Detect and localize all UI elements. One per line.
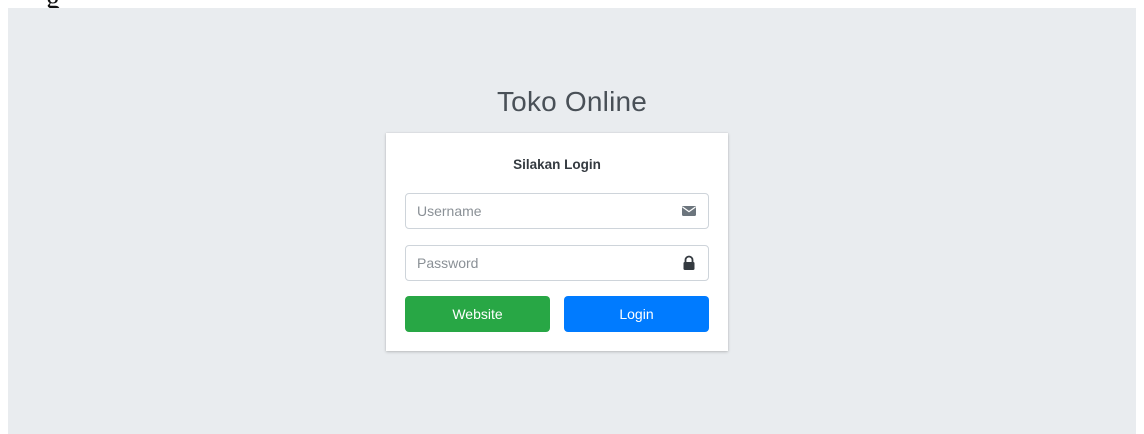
login-card: Silakan Login Website Login bbox=[386, 133, 728, 351]
login-heading: Silakan Login bbox=[513, 157, 601, 172]
username-input-group bbox=[405, 193, 709, 229]
website-button[interactable]: Website bbox=[405, 296, 550, 332]
login-button[interactable]: Login bbox=[564, 296, 709, 332]
password-input[interactable] bbox=[406, 246, 668, 280]
login-page-background: Toko Online Silakan Login Website Login bbox=[8, 8, 1136, 434]
username-input[interactable] bbox=[406, 194, 668, 228]
lock-icon bbox=[681, 255, 697, 271]
password-input-group bbox=[405, 245, 709, 281]
app-title: Toko Online bbox=[496, 86, 648, 117]
envelope-icon bbox=[681, 203, 697, 219]
